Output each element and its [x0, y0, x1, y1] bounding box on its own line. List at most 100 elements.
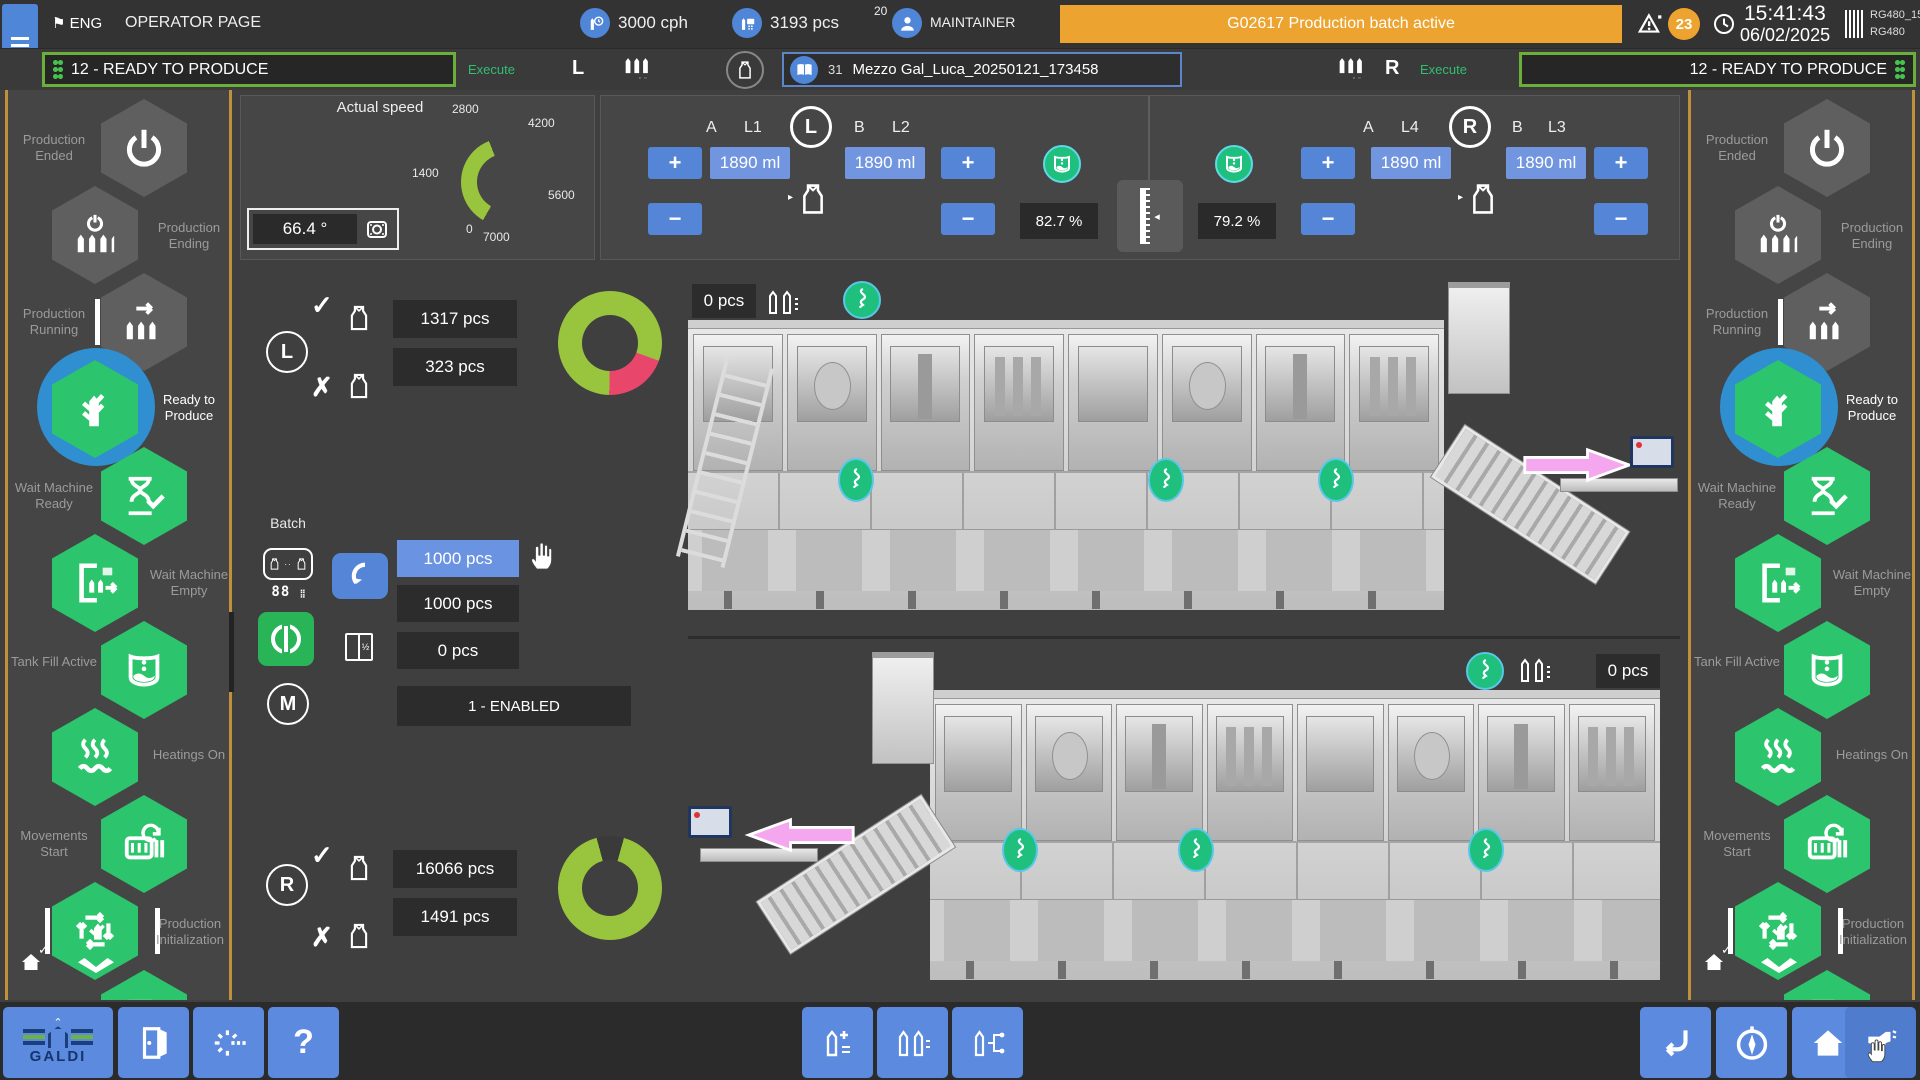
l-line-donut-chart: [558, 291, 662, 395]
left-status-text: 12 - READY TO PRODUCE: [71, 61, 268, 79]
lane-label: A: [706, 119, 717, 137]
galdi-home-button[interactable]: ⌃ GALDI: [3, 1007, 113, 1078]
gauge-tick: 2800: [452, 102, 479, 116]
heating-badge-icon: [1148, 458, 1184, 502]
back-button[interactable]: [1640, 1007, 1711, 1078]
volume-minus-button[interactable]: −: [1301, 203, 1355, 235]
state-label: Ready to Produce: [1831, 392, 1913, 425]
batch-banner[interactable]: G02617 Production batch active: [1060, 5, 1622, 43]
bottle-add-button[interactable]: [802, 1007, 873, 1078]
volume-b-value[interactable]: 1890 ml: [1506, 147, 1586, 179]
batch-power-button[interactable]: [258, 612, 314, 666]
date-value: 06/02/2025: [1740, 25, 1830, 46]
state-heatings-on: [52, 708, 138, 806]
state-label: Production Initialization: [1831, 916, 1915, 949]
door-button[interactable]: [118, 1007, 189, 1078]
monitor: [1630, 436, 1674, 468]
lane-label: L3: [1548, 119, 1566, 137]
mouse-cursor: [524, 538, 558, 572]
state-label: Production Ending: [1831, 220, 1913, 253]
batch-label: Batch: [252, 515, 324, 531]
clock-icon: [1712, 12, 1736, 36]
heating-badge-icon: [1002, 828, 1038, 872]
navigate-compass-button[interactable]: [1716, 1007, 1787, 1078]
counter-icon: [732, 8, 762, 38]
user-role: MAINTAINER: [930, 14, 1015, 30]
state-label: Ready to Produce: [148, 392, 230, 425]
gauge-tick: 1400: [412, 166, 439, 180]
temperature-value: 66.4 °: [253, 214, 357, 244]
bottle-circle-icon[interactable]: [726, 51, 764, 89]
batch-target-value[interactable]: 1000 pcs: [397, 540, 519, 577]
temperature-box[interactable]: 66.4 °: [247, 208, 399, 250]
recipe-book-icon: [790, 56, 818, 84]
state-tank-fill-active: [101, 621, 187, 719]
volume-plus-button[interactable]: +: [1594, 147, 1648, 179]
bottom-bar: ⌃ GALDI ?: [0, 1002, 1920, 1080]
l-good-count: 1317 pcs: [393, 300, 517, 338]
state-label: Heatings On: [1831, 747, 1913, 763]
scrollbar-thumb[interactable]: [229, 612, 234, 692]
volume-plus-button[interactable]: +: [648, 147, 702, 179]
brand-label: GALDI: [30, 1048, 87, 1065]
batch-reset-button[interactable]: [332, 553, 388, 599]
line-l-badge: L: [790, 106, 832, 148]
recipe-selector[interactable]: 31 Mezzo Gal_Luca_20250121_173458: [782, 52, 1182, 87]
left-line-status[interactable]: 12 - READY TO PRODUCE: [42, 52, 456, 87]
outfeed-tower: [1448, 282, 1510, 394]
lane-label: A: [1363, 119, 1374, 137]
bottle-icon: [796, 172, 830, 226]
help-button[interactable]: ?: [268, 1007, 339, 1078]
gauge-tick: 5600: [548, 188, 575, 202]
cleaning-burst-button[interactable]: [193, 1007, 264, 1078]
recipe-number: 31: [828, 62, 842, 77]
volume-minus-button[interactable]: −: [648, 203, 702, 235]
bottle-network-button[interactable]: [952, 1007, 1023, 1078]
tank-r-icon[interactable]: [1215, 145, 1253, 183]
top-machine-counter: 0 pcs: [692, 284, 756, 318]
state-label: Tank Fill Active: [10, 654, 98, 670]
state-production-initialization: [52, 882, 138, 980]
speed-value: 3000 cph: [618, 13, 688, 33]
state-movements-start: [101, 795, 187, 893]
bottle-icon: [345, 360, 373, 412]
state-label: Production Initialization: [148, 916, 232, 949]
volume-plus-button[interactable]: +: [941, 147, 995, 179]
speed-icon: [580, 8, 610, 38]
user-icon[interactable]: [892, 8, 922, 38]
gauge-tick: 0: [466, 222, 473, 236]
tank-l-icon[interactable]: [1043, 145, 1081, 183]
state-wait-machine-empty: [1735, 534, 1821, 632]
right-execute-button[interactable]: Execute: [1420, 62, 1467, 77]
state-label: Tank Fill Active: [1693, 654, 1781, 670]
level-ruler-icon[interactable]: ◂: [1117, 180, 1183, 252]
state-tank-fill-active: [1784, 621, 1870, 719]
batch-mode-value[interactable]: 1 - ENABLED: [397, 686, 631, 726]
page-title: OPERATOR PAGE: [125, 14, 261, 32]
alarm-icon[interactable]: [1637, 11, 1663, 37]
batch-digits-icon: 88 ⣿: [266, 584, 312, 600]
right-line-status[interactable]: 12 - READY TO PRODUCE: [1519, 52, 1916, 87]
state-heatings-on: [1735, 708, 1821, 806]
r-rejected-count: 1491 pcs: [393, 898, 517, 936]
volume-a-value[interactable]: 1890 ml: [1371, 147, 1451, 179]
volume-minus-button[interactable]: −: [941, 203, 995, 235]
flag-icon[interactable]: ⚑ ENG: [52, 14, 102, 32]
volume-a-value[interactable]: 1890 ml: [710, 147, 790, 179]
right-status-text: 12 - READY TO PRODUCE: [1690, 61, 1887, 79]
mouse-cursor-secondary: [1862, 1036, 1890, 1064]
lane-label: L4: [1401, 119, 1419, 137]
bottle-pair-button[interactable]: [877, 1007, 948, 1078]
left-state-panel: Production Ended Production Ending Produ…: [5, 90, 232, 1000]
state-next-partial: [1784, 970, 1870, 1000]
gauge-tick: 7000: [483, 230, 510, 244]
left-execute-button[interactable]: Execute: [468, 62, 515, 77]
volume-minus-button[interactable]: −: [1594, 203, 1648, 235]
machine-code: RG480_1516: [1870, 8, 1920, 22]
top-bar: ⚑ ENG OPERATOR PAGE 3000 cph 3193 pcs 20…: [0, 0, 1920, 48]
volume-b-value[interactable]: 1890 ml: [845, 147, 925, 179]
flow-arrow: [742, 816, 858, 854]
monitor: [688, 806, 732, 838]
volume-plus-button[interactable]: +: [1301, 147, 1355, 179]
alarm-count-badge[interactable]: 23: [1668, 8, 1700, 40]
